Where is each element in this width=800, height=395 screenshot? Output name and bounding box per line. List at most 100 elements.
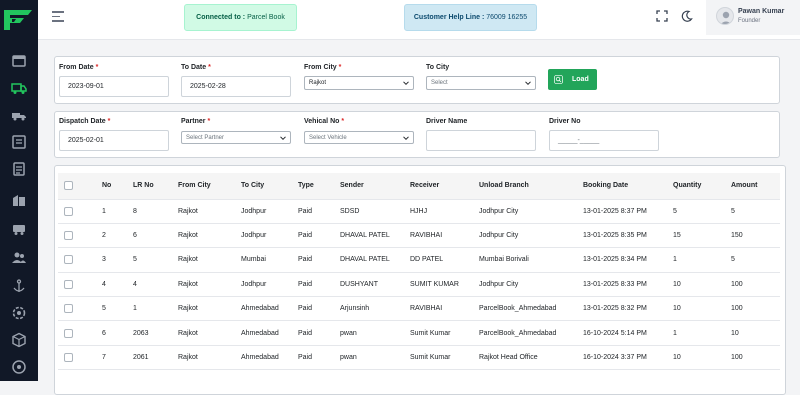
vehicle-select[interactable]: Select Vehicle (304, 131, 414, 144)
fullscreen-icon[interactable] (656, 10, 668, 22)
cell-sender: pwan (340, 345, 410, 371)
col-header[interactable]: Type (298, 173, 340, 200)
from-city-select[interactable]: Rajkot (304, 76, 414, 90)
table-row[interactable]: 4 4 Rajkot Jodhpur Paid DUSHYANT SUMIT KUMAR Jo… (58, 272, 780, 298)
menu-icon[interactable] (52, 11, 64, 23)
cell-unload-branch: ParcelBook_Ahmedabad (479, 320, 583, 346)
user-icon (716, 7, 734, 25)
partner-select[interactable]: Select Partner (181, 131, 291, 144)
col-header[interactable]: Booking Date (583, 173, 673, 200)
cell-receiver: HJHJ (410, 199, 479, 224)
cell-sender: DHAVAL PATEL (340, 223, 410, 249)
to-date-input[interactable]: 2025-02-28 (181, 76, 291, 97)
col-header[interactable]: Amount (731, 173, 780, 200)
cell-unload-branch: Jodhpur City (479, 199, 583, 224)
col-header[interactable]: Receiver (410, 173, 479, 200)
cell-receiver: SUMIT KUMAR (410, 272, 479, 298)
row-checkbox[interactable] (64, 255, 73, 265)
vehicle-label: Vehical No * (304, 118, 345, 125)
table-row[interactable]: 6 2063 Rajkot Ahmedabad Paid pwan Sumit Kumar P… (58, 320, 780, 346)
settings-icon[interactable] (11, 305, 27, 321)
cell-to-city: Ahmedabad (241, 345, 298, 371)
help-icon[interactable] (11, 359, 27, 375)
cell-sender: pwan (340, 320, 410, 346)
branch-icon[interactable] (11, 192, 27, 208)
col-header[interactable]: Sender (340, 173, 410, 200)
cell-type: Paid (298, 247, 340, 273)
cell-quantity: 1 (673, 247, 731, 273)
logo-icon[interactable] (2, 6, 36, 32)
cell-amount: 100 (731, 272, 780, 298)
cell-no: 1 (102, 199, 133, 224)
table-row[interactable]: 7 2061 Rajkot Ahmedabad Paid pwan Sumit Kumar R… (58, 345, 780, 371)
anchor-icon[interactable] (11, 278, 27, 294)
box-icon[interactable] (11, 332, 27, 348)
cell-amount: 10 (731, 320, 780, 346)
cell-lr-no: 2063 (133, 320, 178, 346)
table-row[interactable]: 2 6 Rajkot Jodhpur Paid DHAVAL PATEL RAVIBHAI J… (58, 223, 780, 249)
cell-unload-branch: Rajkot Head Office (479, 345, 583, 371)
driver-name-input[interactable] (426, 130, 536, 151)
cell-from-city: Rajkot (178, 223, 241, 249)
row-checkbox[interactable] (64, 279, 73, 289)
user-profile[interactable]: Pawan Kumar Founder (706, 0, 800, 35)
cell-type: Paid (298, 320, 340, 346)
cell-quantity: 5 (673, 199, 731, 224)
table-row[interactable]: 1 8 Rajkot Jodhpur Paid SDSD HJHJ Jodhpur City 1… (58, 199, 780, 224)
col-header[interactable]: LR No (133, 173, 178, 200)
driver-no-input[interactable]: _____-_____ (549, 130, 659, 151)
cell-no: 4 (102, 272, 133, 298)
moon-icon[interactable] (681, 10, 693, 22)
vehicle-icon[interactable] (11, 221, 27, 237)
topbar: Connected to : Parcel Book Customer Help… (38, 0, 800, 40)
row-checkbox[interactable] (64, 304, 73, 314)
col-header[interactable]: Unload Branch (479, 173, 583, 200)
dashboard-icon[interactable] (11, 53, 27, 69)
truck-icon[interactable] (11, 80, 27, 96)
helpline-value: 76009 16255 (486, 14, 528, 21)
cell-sender: DUSHYANT (340, 272, 410, 298)
to-city-select[interactable]: Select (426, 76, 536, 90)
cell-no: 5 (102, 296, 133, 322)
cell-booking-date: 13-01-2025 8:33 PM (583, 272, 673, 298)
booking-table: No LR No From City To City Type Sender R… (58, 173, 780, 371)
cell-type: Paid (298, 223, 340, 249)
row-checkbox[interactable] (64, 353, 73, 363)
dispatch-date-input[interactable]: 2025-02-01 (59, 130, 169, 151)
users-icon[interactable] (11, 250, 27, 266)
col-header[interactable]: Quantity (673, 173, 731, 200)
cell-amount: 5 (731, 199, 780, 224)
cell-booking-date: 13-01-2025 8:37 PM (583, 199, 673, 224)
from-date-label: From Date * (59, 64, 99, 71)
table-row[interactable]: 3 5 Rajkot Mumbai Paid DHAVAL PATEL DD PATEL Mu… (58, 247, 780, 273)
col-header[interactable]: No (102, 173, 133, 200)
cell-to-city: Jodhpur (241, 223, 298, 249)
cell-sender: SDSD (340, 199, 410, 224)
col-header[interactable]: From City (178, 173, 241, 200)
cell-no: 6 (102, 320, 133, 346)
row-checkbox[interactable] (64, 231, 73, 241)
connected-label: Connected to : (196, 14, 246, 21)
row-checkbox[interactable] (64, 206, 73, 216)
cell-from-city: Rajkot (178, 272, 241, 298)
from-city-value: Rajkot (309, 80, 327, 86)
row-checkbox[interactable] (64, 328, 73, 338)
cell-no: 3 (102, 247, 133, 273)
delivery-icon[interactable] (11, 107, 27, 123)
chevron-down-icon (280, 136, 286, 141)
select-all-checkbox[interactable] (64, 181, 73, 191)
cell-from-city: Rajkot (178, 296, 241, 322)
booking-icon[interactable] (11, 134, 27, 150)
load-button[interactable]: Load (548, 69, 597, 90)
partner-label: Partner * (181, 118, 211, 125)
col-header[interactable]: To City (241, 173, 298, 200)
table-row[interactable]: 5 1 Rajkot Ahmedabad Paid Arjunsinh RAVIBHAI Pa… (58, 296, 780, 322)
cell-receiver: DD PATEL (410, 247, 479, 273)
cell-quantity: 10 (673, 272, 731, 298)
cell-booking-date: 13-01-2025 8:35 PM (583, 223, 673, 249)
from-date-input[interactable]: 2023-09-01 (59, 76, 169, 97)
report-icon[interactable] (11, 161, 27, 177)
to-city-placeholder: Select (431, 80, 448, 86)
cell-type: Paid (298, 296, 340, 322)
cell-to-city: Mumbai (241, 247, 298, 273)
